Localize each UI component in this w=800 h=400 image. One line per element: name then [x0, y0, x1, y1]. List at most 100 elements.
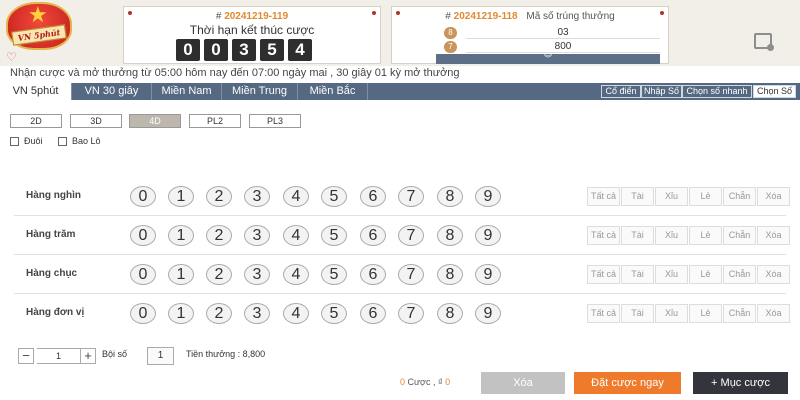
quick-select-button[interactable]: Tài — [621, 187, 654, 206]
row-separator — [14, 293, 786, 294]
quick-select-button[interactable]: Tài — [621, 226, 654, 245]
quick-select-button[interactable]: Chẵn — [723, 226, 756, 245]
quick-select-button[interactable]: Tất cả — [587, 226, 620, 245]
digit-ball[interactable]: 3 — [244, 186, 270, 207]
digit-ball[interactable]: 2 — [206, 303, 232, 324]
tab-vn-5phut[interactable]: VN 5phút — [0, 83, 72, 100]
digit-ball[interactable]: 1 — [168, 303, 194, 324]
quick-select-button[interactable]: Tất cả — [587, 187, 620, 206]
quick-select-button[interactable]: Xỉu — [655, 304, 688, 323]
quick-select-button[interactable]: Lẻ — [689, 265, 722, 284]
header: ★ VN 5phút ♡ # 20241219-119 Thời hạn kết… — [0, 0, 800, 66]
digit-ball[interactable]: 6 — [360, 225, 386, 246]
digit-ball[interactable]: 4 — [283, 225, 309, 246]
bet-type-pl3[interactable]: PL3 — [249, 114, 301, 128]
quick-select-button[interactable]: Xóa — [757, 226, 790, 245]
digit-ball[interactable]: 4 — [283, 264, 309, 285]
digit-ball[interactable]: 9 — [475, 186, 501, 207]
digit-ball[interactable]: 5 — [321, 264, 347, 285]
digit-ball[interactable]: 1 — [168, 225, 194, 246]
stepper-minus-button[interactable]: − — [18, 348, 34, 364]
digit-ball[interactable]: 8 — [437, 225, 463, 246]
digit-ball[interactable]: 2 — [206, 225, 232, 246]
digit-ball[interactable]: 7 — [398, 303, 424, 324]
place-bet-button[interactable]: Đặt cược ngay — [574, 372, 681, 394]
mode-tab-co-dien[interactable]: Cổ điển — [601, 85, 641, 98]
digit-ball[interactable]: 0 — [130, 186, 156, 207]
digit-ball[interactable]: 5 — [321, 225, 347, 246]
digit-ball[interactable]: 8 — [437, 186, 463, 207]
digit-ball[interactable]: 6 — [360, 264, 386, 285]
quick-select-button[interactable]: Xỉu — [655, 187, 688, 206]
digit-ball[interactable]: 9 — [475, 264, 501, 285]
digit-ball[interactable]: 3 — [244, 303, 270, 324]
clear-button[interactable]: Xóa — [481, 372, 565, 394]
quick-select-button[interactable]: Xóa — [757, 187, 790, 206]
digit-ball[interactable]: 2 — [206, 264, 232, 285]
digit-ball[interactable]: 4 — [283, 303, 309, 324]
duoi-checkbox[interactable] — [10, 137, 19, 146]
digit-ball[interactable]: 7 — [398, 225, 424, 246]
countdown-digit: 4 — [288, 39, 312, 61]
tab-mien-bac[interactable]: Miền Bắc — [298, 83, 368, 100]
bet-type-pl2[interactable]: PL2 — [189, 114, 241, 128]
bet-type-3d[interactable]: 3D — [70, 114, 122, 128]
digit-ball[interactable]: 9 — [475, 225, 501, 246]
digit-ball[interactable]: 9 — [475, 303, 501, 324]
countdown: 0 0 3 5 4 — [176, 39, 312, 61]
quick-select-button[interactable]: Tài — [621, 265, 654, 284]
mode-tab-chon-so[interactable]: Chọn Số — [753, 85, 796, 98]
quick-select-button[interactable]: Chẵn — [723, 304, 756, 323]
row-label: Hàng trăm — [26, 229, 76, 240]
digit-ball[interactable]: 8 — [437, 264, 463, 285]
digit-ball[interactable]: 7 — [398, 264, 424, 285]
quick-select-button[interactable]: Xỉu — [655, 226, 688, 245]
mode-tab-nhap-so[interactable]: Nhập Số — [641, 85, 682, 98]
bet-count-label: Cược , — [405, 377, 438, 387]
logo[interactable]: ★ VN 5phút — [6, 2, 72, 52]
quick-select-button[interactable]: Lẻ — [689, 304, 722, 323]
expand-results-button[interactable]: ︾ — [436, 54, 660, 64]
digit-ball[interactable]: 0 — [130, 264, 156, 285]
digit-ball[interactable]: 4 — [283, 186, 309, 207]
digit-ball[interactable]: 5 — [321, 186, 347, 207]
digit-ball[interactable]: 1 — [168, 264, 194, 285]
mode-tab-chon-so-nhanh[interactable]: Chọn số nhanh — [682, 85, 752, 98]
digit-ball[interactable]: 3 — [244, 225, 270, 246]
heart-icon[interactable]: ♡ — [6, 50, 17, 64]
quick-select-button[interactable]: Chẵn — [723, 265, 756, 284]
digit-ball[interactable]: 2 — [206, 186, 232, 207]
history-icon[interactable] — [754, 33, 774, 51]
quick-select-button[interactable]: Xóa — [757, 265, 790, 284]
digit-ball[interactable]: 3 — [244, 264, 270, 285]
digit-ball[interactable]: 0 — [130, 225, 156, 246]
digit-ball[interactable]: 8 — [437, 303, 463, 324]
current-draw-id: 20241219-119 — [224, 11, 289, 22]
quick-select-button[interactable]: Tài — [621, 304, 654, 323]
digit-ball[interactable]: 0 — [130, 303, 156, 324]
tab-mien-nam[interactable]: Miền Nam — [152, 83, 222, 100]
stepper-plus-button[interactable]: + — [80, 348, 96, 364]
bao-lo-checkbox[interactable] — [58, 137, 67, 146]
row-label: Hàng đơn vị — [26, 307, 85, 318]
tab-vn-30-giay[interactable]: VN 30 giây — [72, 83, 152, 100]
digit-ball[interactable]: 6 — [360, 303, 386, 324]
digit-ball[interactable]: 1 — [168, 186, 194, 207]
digit-ball[interactable]: 5 — [321, 303, 347, 324]
add-bet-button[interactable]: + Mục cược — [693, 372, 788, 394]
quick-select-button[interactable]: Lẻ — [689, 226, 722, 245]
tab-mien-trung[interactable]: Miền Trung — [222, 83, 298, 100]
digit-ball[interactable]: 7 — [398, 186, 424, 207]
quick-select-button[interactable]: Lẻ — [689, 187, 722, 206]
quick-select-button[interactable]: Tất cả — [587, 304, 620, 323]
duoi-label: Đuôi — [24, 136, 43, 146]
multiplier-input[interactable]: 1 — [147, 347, 174, 365]
digit-ball[interactable]: 6 — [360, 186, 386, 207]
bet-amount-input[interactable]: 1 — [37, 348, 80, 364]
quick-select-button[interactable]: Xóa — [757, 304, 790, 323]
quick-select-button[interactable]: Tất cả — [587, 265, 620, 284]
quick-select-button[interactable]: Chẵn — [723, 187, 756, 206]
bet-type-4d[interactable]: 4D — [129, 114, 181, 128]
bet-type-2d[interactable]: 2D — [10, 114, 62, 128]
quick-select-button[interactable]: Xỉu — [655, 265, 688, 284]
